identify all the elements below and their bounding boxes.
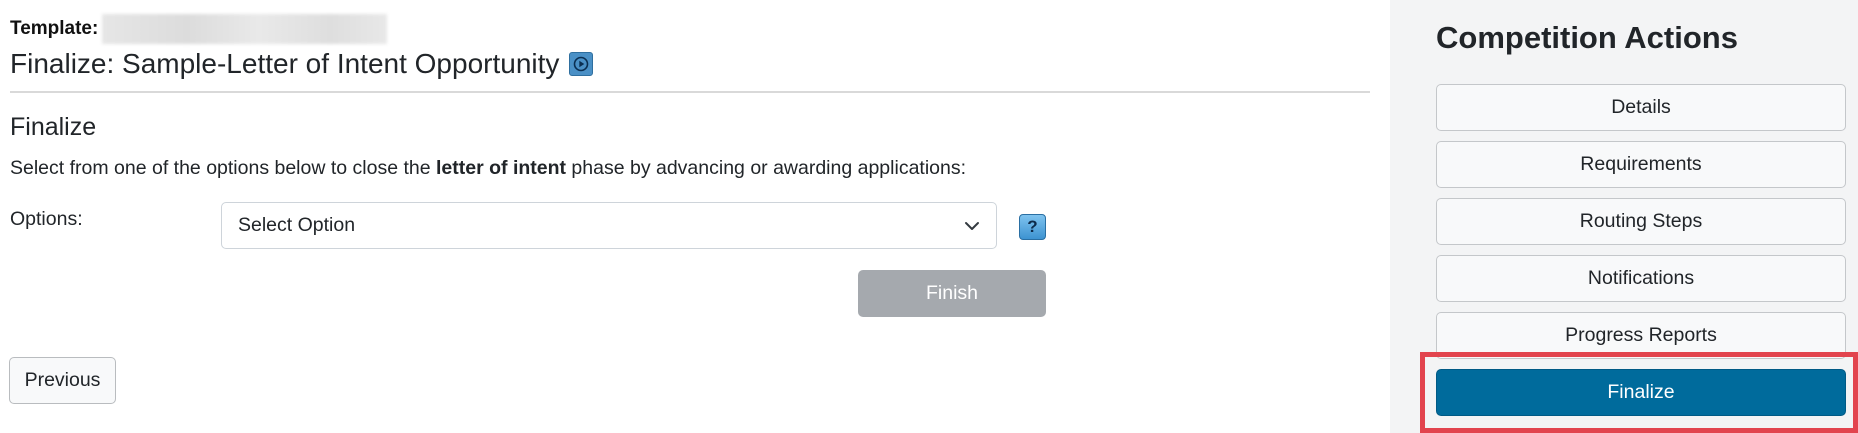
details-button[interactable]: Details <box>1436 84 1846 131</box>
instruction-after: phase by advancing or awarding applicati… <box>566 157 967 179</box>
instruction-bold: letter of intent <box>436 157 567 179</box>
page-title: Finalize: Sample-Letter of Intent Opport… <box>10 48 594 80</box>
page-title-text: Finalize: Sample-Letter of Intent Opport… <box>10 48 560 79</box>
main-content: Template: Finalize: Sample-Letter of Int… <box>0 0 1390 433</box>
progress-reports-button[interactable]: Progress Reports <box>1436 312 1846 359</box>
chevron-down-icon <box>964 217 980 240</box>
section-heading: Finalize <box>10 113 97 141</box>
template-value-redacted <box>102 14 388 44</box>
instruction-text: Select from one of the options below to … <box>10 157 966 180</box>
requirements-button[interactable]: Requirements <box>1436 141 1846 188</box>
template-line: Template: <box>10 14 388 44</box>
options-select[interactable]: Select Option <box>221 202 997 249</box>
finalize-button[interactable]: Finalize <box>1436 369 1846 416</box>
page: Template: Finalize: Sample-Letter of Int… <box>0 0 1858 433</box>
competition-actions-sidebar: Competition Actions Details Requirements… <box>1390 0 1858 433</box>
title-divider <box>10 91 1370 93</box>
template-label: Template: <box>10 18 99 39</box>
options-select-value: Select Option <box>238 214 356 236</box>
options-label: Options: <box>10 208 83 230</box>
previous-button[interactable]: Previous <box>9 357 116 404</box>
finish-button[interactable]: Finish <box>858 270 1046 317</box>
sidebar-title: Competition Actions <box>1436 20 1738 55</box>
instruction-before: Select from one of the options below to … <box>10 157 437 179</box>
help-icon[interactable]: ? <box>1019 214 1046 240</box>
video-play-icon[interactable] <box>569 52 594 76</box>
notifications-button[interactable]: Notifications <box>1436 255 1846 302</box>
routing-steps-button[interactable]: Routing Steps <box>1436 198 1846 245</box>
